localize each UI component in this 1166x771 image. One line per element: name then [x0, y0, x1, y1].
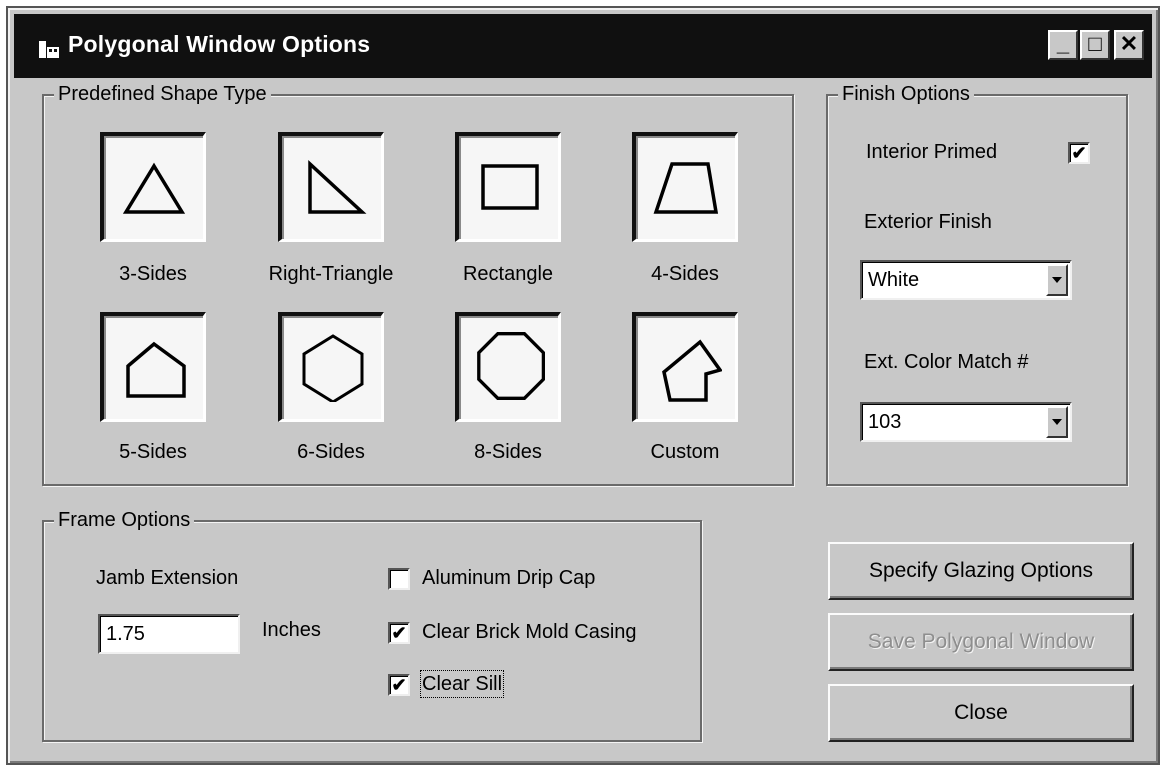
- shape-label-6-sides: 6-Sides: [297, 441, 365, 463]
- minimize-icon: _: [1056, 31, 1070, 56]
- exterior-finish-value: White: [868, 269, 920, 291]
- custom-polygon-icon: [662, 339, 722, 402]
- shape-button-5-sides[interactable]: [100, 312, 206, 422]
- shape-label-3-sides: 3-Sides: [119, 263, 187, 285]
- maximize-button[interactable]: □: [1080, 30, 1110, 60]
- brick-mold-casing-checkbox[interactable]: ✔: [388, 622, 410, 644]
- shape-button-6-sides[interactable]: [278, 312, 384, 422]
- triangle-icon: [122, 162, 186, 214]
- inches-label: Inches: [262, 619, 321, 641]
- close-button[interactable]: Close: [828, 684, 1134, 742]
- interior-primed-label: Interior Primed: [866, 141, 998, 163]
- shape-label-8-sides: 8-Sides: [474, 441, 542, 463]
- color-match-label: Ext. Color Match #: [864, 351, 1029, 373]
- frame-options-group-label: Frame Options: [54, 508, 195, 532]
- interior-primed-checkbox[interactable]: ✔: [1068, 142, 1090, 164]
- exterior-finish-label: Exterior Finish: [864, 211, 992, 233]
- shape-button-rectangle[interactable]: [455, 132, 561, 242]
- shape-label-4-sides: 4-Sides: [651, 263, 719, 285]
- shape-button-right-triangle[interactable]: [278, 132, 384, 242]
- chevron-down-icon[interactable]: [1046, 264, 1068, 296]
- finish-options-group-label: Finish Options: [838, 82, 974, 106]
- save-polygonal-window-button[interactable]: Save Polygonal Window: [828, 613, 1134, 671]
- shape-label-5-sides: 5-Sides: [119, 441, 187, 463]
- clear-sill-checkbox[interactable]: ✔: [388, 674, 410, 696]
- color-match-value: 103: [868, 411, 902, 433]
- color-match-select[interactable]: 103: [860, 402, 1072, 442]
- jamb-extension-label: Jamb Extension: [96, 567, 239, 589]
- clear-sill-label[interactable]: Clear Sill: [419, 670, 505, 698]
- specify-glazing-options-button[interactable]: Specify Glazing Options: [828, 542, 1134, 600]
- hexagon-icon: [302, 334, 364, 402]
- rectangle-icon: [481, 164, 539, 210]
- shape-label-rectangle: Rectangle: [462, 263, 554, 285]
- shape-label-right-triangle: Right-Triangle: [268, 263, 394, 285]
- brick-mold-casing-label[interactable]: Clear Brick Mold Casing: [422, 620, 637, 644]
- chevron-down-icon[interactable]: [1046, 406, 1068, 438]
- minimize-button[interactable]: _: [1048, 30, 1078, 60]
- title-bar[interactable]: Polygonal Window Options _ □ ✕: [14, 14, 1152, 78]
- check-mark-icon: ✔: [1071, 143, 1087, 163]
- maximize-icon: □: [1088, 31, 1102, 56]
- close-icon: ✕: [1119, 31, 1139, 56]
- trapezoid-icon: [653, 162, 719, 214]
- shape-button-8-sides[interactable]: [455, 312, 561, 422]
- check-mark-icon: ✔: [391, 675, 407, 695]
- shape-button-4-sides[interactable]: [632, 132, 738, 242]
- predefined-shape-group-label: Predefined Shape Type: [54, 82, 271, 106]
- shape-button-3-sides[interactable]: [100, 132, 206, 242]
- close-window-button[interactable]: ✕: [1114, 30, 1144, 60]
- octagon-icon: [477, 332, 545, 400]
- check-mark-icon: ✔: [391, 623, 407, 643]
- window-app-icon: [39, 41, 59, 58]
- polygonal-window-options-dialog: Polygonal Window Options _ □ ✕ Predefine…: [6, 6, 1160, 765]
- pentagon-icon: [126, 341, 186, 398]
- shape-label-custom: Custom: [650, 441, 720, 463]
- shape-button-custom[interactable]: [632, 312, 738, 422]
- aluminum-drip-cap-label[interactable]: Aluminum Drip Cap: [422, 566, 595, 590]
- exterior-finish-select[interactable]: White: [860, 260, 1072, 300]
- right-triangle-icon: [308, 160, 367, 214]
- jamb-extension-input[interactable]: [98, 614, 240, 654]
- aluminum-drip-cap-checkbox[interactable]: [388, 568, 410, 590]
- window-title: Polygonal Window Options: [68, 31, 371, 57]
